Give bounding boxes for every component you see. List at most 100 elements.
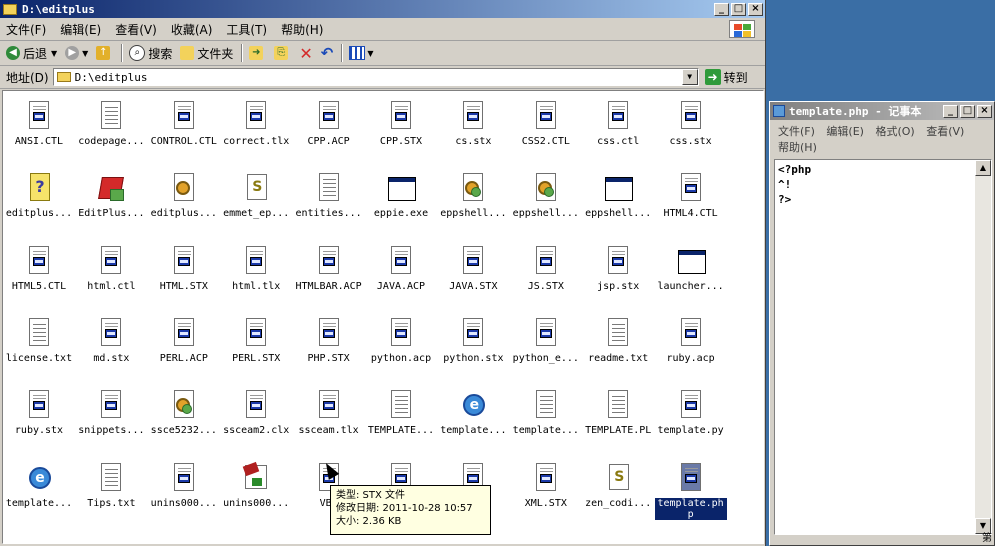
file-item[interactable]: eppshell... — [437, 167, 509, 231]
file-list-view[interactable]: ANSI.CTL codepage... CONTROL.CTL correct.tl… — [2, 90, 764, 544]
file-item[interactable]: codepage... — [75, 95, 147, 159]
menu-edit[interactable]: 编辑(E) — [826, 125, 864, 138]
menu-tools[interactable]: 工具(T) — [226, 21, 267, 38]
file-item[interactable]: eppshell... — [582, 167, 654, 231]
file-item[interactable]: license.txt — [3, 312, 75, 376]
menu-help[interactable]: 帮助(H) — [281, 21, 323, 38]
file-item[interactable]: ssce5232... — [148, 384, 220, 448]
file-item[interactable]: PERL.ACP — [148, 312, 220, 376]
menu-format[interactable]: 格式(O) — [875, 125, 914, 138]
file-item[interactable]: zen_codi... — [582, 457, 654, 521]
file-item[interactable]: HTMLBAR.ACP — [293, 240, 365, 304]
move-to-button[interactable]: ➜ — [249, 46, 266, 60]
file-item[interactable]: PHP.STX — [293, 312, 365, 376]
close-button[interactable]: × — [748, 2, 763, 16]
go-button[interactable]: ➜ 转到 — [704, 69, 748, 86]
file-item[interactable]: ssceam.tlx — [293, 384, 365, 448]
file-item[interactable]: eppie.exe — [365, 167, 437, 231]
delete-button[interactable]: ✕ — [299, 44, 312, 63]
file-item[interactable]: css.stx — [655, 95, 727, 159]
file-item[interactable]: ruby.acp — [655, 312, 727, 376]
file-item[interactable]: md.stx — [75, 312, 147, 376]
file-item[interactable]: unins000... — [148, 457, 220, 521]
views-button[interactable]: ▼ — [349, 46, 374, 60]
file-item[interactable]: editplus... — [148, 167, 220, 231]
file-item[interactable]: entities... — [293, 167, 365, 231]
minimize-button[interactable]: _ — [714, 2, 729, 16]
copy-to-button[interactable]: ⎘ — [274, 46, 291, 60]
file-item[interactable]: jsp.stx — [582, 240, 654, 304]
file-item[interactable]: cs.stx — [437, 95, 509, 159]
notepad-content[interactable]: <?php ^! ?> — [778, 162, 811, 207]
maximize-button[interactable]: □ — [960, 104, 975, 118]
file-item[interactable]: ruby.stx — [3, 384, 75, 448]
file-item[interactable]: emmet_ep... — [220, 167, 292, 231]
file-item[interactable]: JAVA.STX — [437, 240, 509, 304]
file-item[interactable]: correct.tlx — [220, 95, 292, 159]
close-button[interactable]: × — [977, 104, 992, 118]
file-item[interactable]: HTML4.CTL — [655, 167, 727, 231]
file-item[interactable]: CSS2.CTL — [510, 95, 582, 159]
file-item[interactable]: e template... — [3, 457, 75, 521]
minimize-button[interactable]: _ — [943, 104, 958, 118]
file-item[interactable]: HTML.STX — [148, 240, 220, 304]
scroll-down-button[interactable]: ▼ — [975, 518, 991, 534]
file-item[interactable]: html.ctl — [75, 240, 147, 304]
file-item[interactable]: Tips.txt — [75, 457, 147, 521]
menu-file[interactable]: 文件(F) — [6, 21, 46, 38]
file-item[interactable]: PERL.STX — [220, 312, 292, 376]
chevron-down-icon[interactable]: ▼ — [51, 49, 57, 58]
maximize-button[interactable]: □ — [731, 2, 746, 16]
forward-button[interactable]: ▶ ▼ — [65, 46, 88, 60]
chevron-down-icon[interactable]: ▼ — [82, 49, 88, 58]
notepad-text-area[interactable]: <?php ^! ?> ▲ ▼ — [774, 159, 992, 535]
up-button[interactable]: ↑ — [96, 46, 113, 60]
file-item[interactable]: unins000... — [220, 457, 292, 521]
file-item[interactable]: JAVA.ACP — [365, 240, 437, 304]
undo-button[interactable]: ↶ — [321, 44, 334, 62]
file-item[interactable]: eppshell... — [510, 167, 582, 231]
file-item[interactable]: CPP.STX — [365, 95, 437, 159]
file-item[interactable]: EditPlus... — [75, 167, 147, 231]
address-dropdown-button[interactable]: ▼ — [681, 69, 698, 85]
file-item[interactable]: ssceam2.clx — [220, 384, 292, 448]
file-item[interactable]: readme.txt — [582, 312, 654, 376]
file-item[interactable]: python.stx — [437, 312, 509, 376]
explorer-titlebar[interactable]: D:\editplus _ □ × — [0, 0, 765, 18]
file-item[interactable]: CPP.ACP — [293, 95, 365, 159]
file-item[interactable]: TEMPLATE.PL — [582, 384, 654, 448]
file-name: CSS2.CTL — [521, 136, 570, 147]
menu-help[interactable]: 帮助(H) — [778, 141, 817, 154]
file-item[interactable]: XML.STX — [510, 457, 582, 521]
menu-favorites[interactable]: 收藏(A) — [171, 21, 213, 38]
menu-view[interactable]: 查看(V) — [926, 125, 964, 138]
notepad-titlebar[interactable]: template.php - 记事本 _ □ × — [770, 102, 994, 120]
file-item[interactable]: ? editplus... — [3, 167, 75, 231]
file-item[interactable]: launcher... — [655, 240, 727, 304]
file-item[interactable]: css.ctl — [582, 95, 654, 159]
menu-file[interactable]: 文件(F) — [778, 125, 815, 138]
file-item[interactable]: python_e... — [510, 312, 582, 376]
file-item[interactable]: snippets... — [75, 384, 147, 448]
file-item[interactable]: JS.STX — [510, 240, 582, 304]
dll-icon — [171, 390, 197, 420]
back-button[interactable]: ◀ 后退 ▼ — [6, 45, 57, 62]
file-item[interactable]: python.acp — [365, 312, 437, 376]
file-item[interactable]: template.py — [655, 384, 727, 448]
file-item[interactable]: template.php — [654, 457, 727, 521]
scroll-up-button[interactable]: ▲ — [975, 160, 991, 176]
search-button[interactable]: ⌕ 搜索 — [129, 45, 172, 62]
file-item[interactable]: CONTROL.CTL — [148, 95, 220, 159]
address-input[interactable]: D:\editplus ▼ — [52, 68, 699, 86]
delete-icon: ✕ — [299, 43, 313, 63]
file-item[interactable]: template... — [510, 384, 582, 448]
file-item[interactable]: TEMPLATE... — [365, 384, 437, 448]
vertical-scrollbar[interactable]: ▲ ▼ — [975, 160, 991, 534]
file-item[interactable]: ANSI.CTL — [3, 95, 75, 159]
file-item[interactable]: HTML5.CTL — [3, 240, 75, 304]
menu-view[interactable]: 查看(V) — [115, 21, 157, 38]
file-item[interactable]: html.tlx — [220, 240, 292, 304]
menu-edit[interactable]: 编辑(E) — [60, 21, 101, 38]
folders-button[interactable]: 文件夹 — [180, 45, 233, 62]
file-item[interactable]: e template... — [437, 384, 509, 448]
